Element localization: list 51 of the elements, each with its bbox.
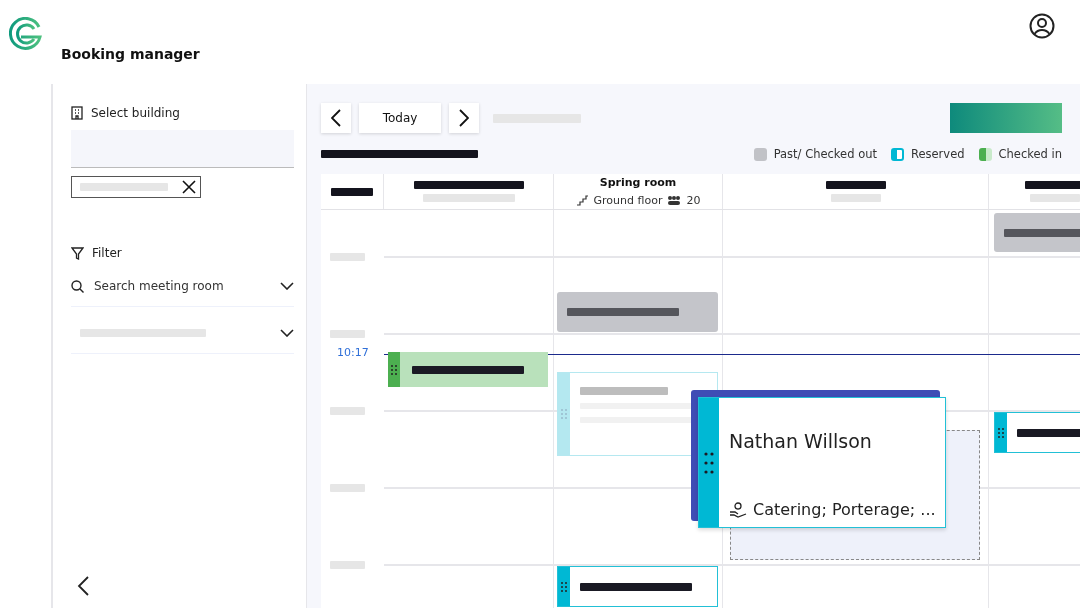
legend-item: Checked in (978, 147, 1062, 161)
reserved-booking[interactable] (994, 412, 1080, 453)
today-button[interactable]: Today (359, 103, 441, 133)
page-title: Booking manager (61, 46, 200, 62)
redacted-text (331, 187, 373, 196)
placeholder-bar (830, 194, 881, 202)
stairs-icon (575, 195, 589, 206)
service-hand-icon (729, 501, 747, 518)
previous-button[interactable] (321, 103, 351, 133)
next-button[interactable] (449, 103, 479, 133)
search-icon (71, 279, 84, 293)
dragged-booking-card[interactable]: Nathan Willson Catering; Porterage; ... (698, 397, 946, 528)
past-booking[interactable] (994, 213, 1080, 252)
filter-icon (71, 246, 84, 260)
drag-handle-icon[interactable] (561, 409, 567, 419)
legend-item: Past/ Checked out (753, 147, 877, 161)
building-field[interactable] (71, 130, 294, 168)
placeholder-bar (330, 407, 365, 415)
drag-handle-icon[interactable] (391, 364, 397, 375)
room-name: Spring room (599, 176, 677, 189)
reserved-booking[interactable] (557, 566, 718, 607)
user-account-icon[interactable] (1029, 13, 1055, 39)
legend-item: Reserved (891, 147, 965, 161)
room-floor: Ground floor (593, 194, 663, 207)
drag-handle-icon[interactable] (704, 451, 714, 474)
booking-services: Catering; Porterage; ... (753, 500, 936, 519)
chevron-down-icon[interactable] (280, 282, 294, 290)
redacted-text (825, 181, 886, 189)
selected-building-chip[interactable] (71, 176, 201, 198)
people-icon (667, 195, 682, 206)
select-building-label: Select building (91, 106, 180, 120)
logo-icon (9, 17, 43, 51)
close-icon[interactable] (181, 179, 197, 195)
placeholder-bar (330, 330, 365, 338)
checked-in-booking[interactable] (388, 352, 548, 387)
room-capacity: 20 (686, 194, 701, 207)
placeholder-bar (330, 561, 365, 569)
drag-handle-icon[interactable] (998, 427, 1004, 438)
past-booking[interactable] (557, 292, 718, 332)
placeholder-bar (330, 484, 365, 492)
chevron-down-icon[interactable] (280, 329, 294, 337)
chevron-left-icon (331, 109, 341, 127)
drag-handle-icon[interactable] (561, 581, 567, 592)
current-time-label: 10:17 (337, 346, 369, 359)
redacted-text (1024, 181, 1080, 189)
placeholder-bar (330, 253, 365, 261)
search-input[interactable]: Search meeting room (92, 278, 276, 294)
chevron-right-icon (459, 109, 469, 127)
filter-label: Filter (92, 246, 122, 260)
booking-name: Nathan Willson (729, 430, 873, 452)
building-icon (71, 106, 83, 120)
